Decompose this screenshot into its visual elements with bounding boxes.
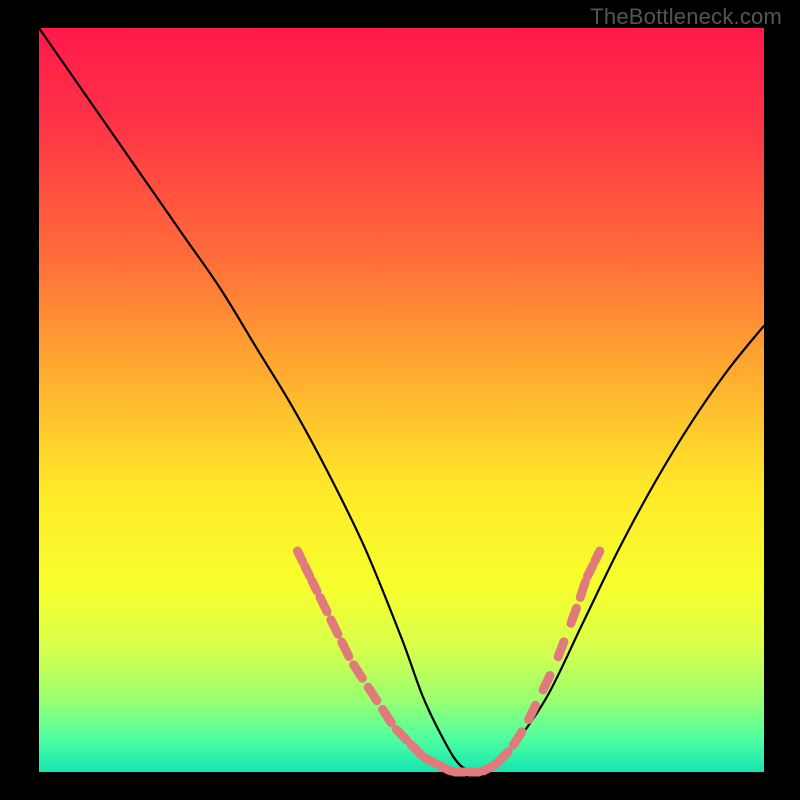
watermark-text: TheBottleneck.com [590,4,782,30]
bottleneck-chart: TheBottleneck.com [0,0,800,800]
highlight-dash [543,676,550,690]
plot-background [39,28,764,772]
highlight-dash [587,566,592,576]
highlight-dash [440,766,450,771]
highlight-dash [528,705,535,719]
highlight-dash [558,642,564,657]
highlight-dash [595,551,600,561]
highlight-dash [305,566,310,576]
highlight-dash [331,620,338,634]
chart-svg [0,0,800,800]
highlight-dash [425,758,435,763]
highlight-dash [580,582,585,597]
highlight-dash [571,608,576,623]
highlight-dash [320,597,327,611]
highlight-dash [342,642,349,656]
highlight-dash [297,551,302,561]
highlight-dash [483,766,493,771]
highlight-dash [312,581,317,591]
